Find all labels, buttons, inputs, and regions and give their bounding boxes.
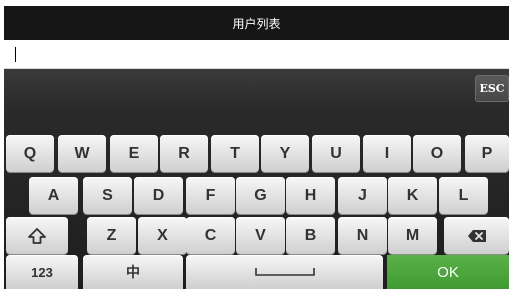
space-icon (254, 267, 315, 277)
user-list-screen: 用户列表 ESC Q W E R T Y U I O P A S D F G H… (0, 0, 509, 289)
key-b[interactable]: B (286, 217, 335, 254)
key-p[interactable]: P (465, 135, 509, 172)
key-c[interactable]: C (186, 217, 235, 254)
key-g[interactable]: G (236, 177, 285, 214)
page-title: 用户列表 (232, 16, 281, 31)
key-v[interactable]: V (236, 217, 285, 254)
search-input[interactable] (4, 40, 509, 69)
key-w[interactable]: W (58, 135, 106, 172)
language-key[interactable]: 中 (83, 255, 183, 289)
key-m[interactable]: M (388, 217, 437, 254)
key-h[interactable]: H (286, 177, 335, 214)
key-q[interactable]: Q (6, 135, 54, 172)
key-e[interactable]: E (110, 135, 158, 172)
key-o[interactable]: O (413, 135, 461, 172)
key-r[interactable]: R (160, 135, 208, 172)
key-l[interactable]: L (439, 177, 488, 214)
numbers-key[interactable]: 123 (6, 255, 78, 289)
key-y[interactable]: Y (261, 135, 309, 172)
key-n[interactable]: N (338, 217, 387, 254)
key-i[interactable]: I (363, 135, 411, 172)
key-k[interactable]: K (388, 177, 437, 214)
shift-icon (28, 227, 46, 244)
title-bar: 用户列表 (4, 6, 509, 40)
key-f[interactable]: F (186, 177, 235, 214)
shift-key[interactable] (6, 217, 68, 254)
ok-button[interactable]: OK (387, 255, 509, 289)
key-u[interactable]: U (312, 135, 360, 172)
on-screen-keyboard: Q W E R T Y U I O P A S D F G H J K L Z … (4, 108, 509, 289)
space-key[interactable] (186, 255, 383, 289)
candidate-bar: ESC (4, 69, 509, 108)
key-z[interactable]: Z (87, 217, 136, 254)
esc-button[interactable]: ESC (475, 75, 509, 102)
backspace-icon (467, 229, 487, 243)
key-s[interactable]: S (83, 177, 132, 214)
key-t[interactable]: T (211, 135, 259, 172)
backspace-key[interactable] (444, 217, 509, 254)
key-d[interactable]: D (134, 177, 183, 214)
key-a[interactable]: A (29, 177, 78, 214)
key-x[interactable]: X (138, 217, 187, 254)
text-caret (15, 47, 16, 62)
key-j[interactable]: J (338, 177, 387, 214)
